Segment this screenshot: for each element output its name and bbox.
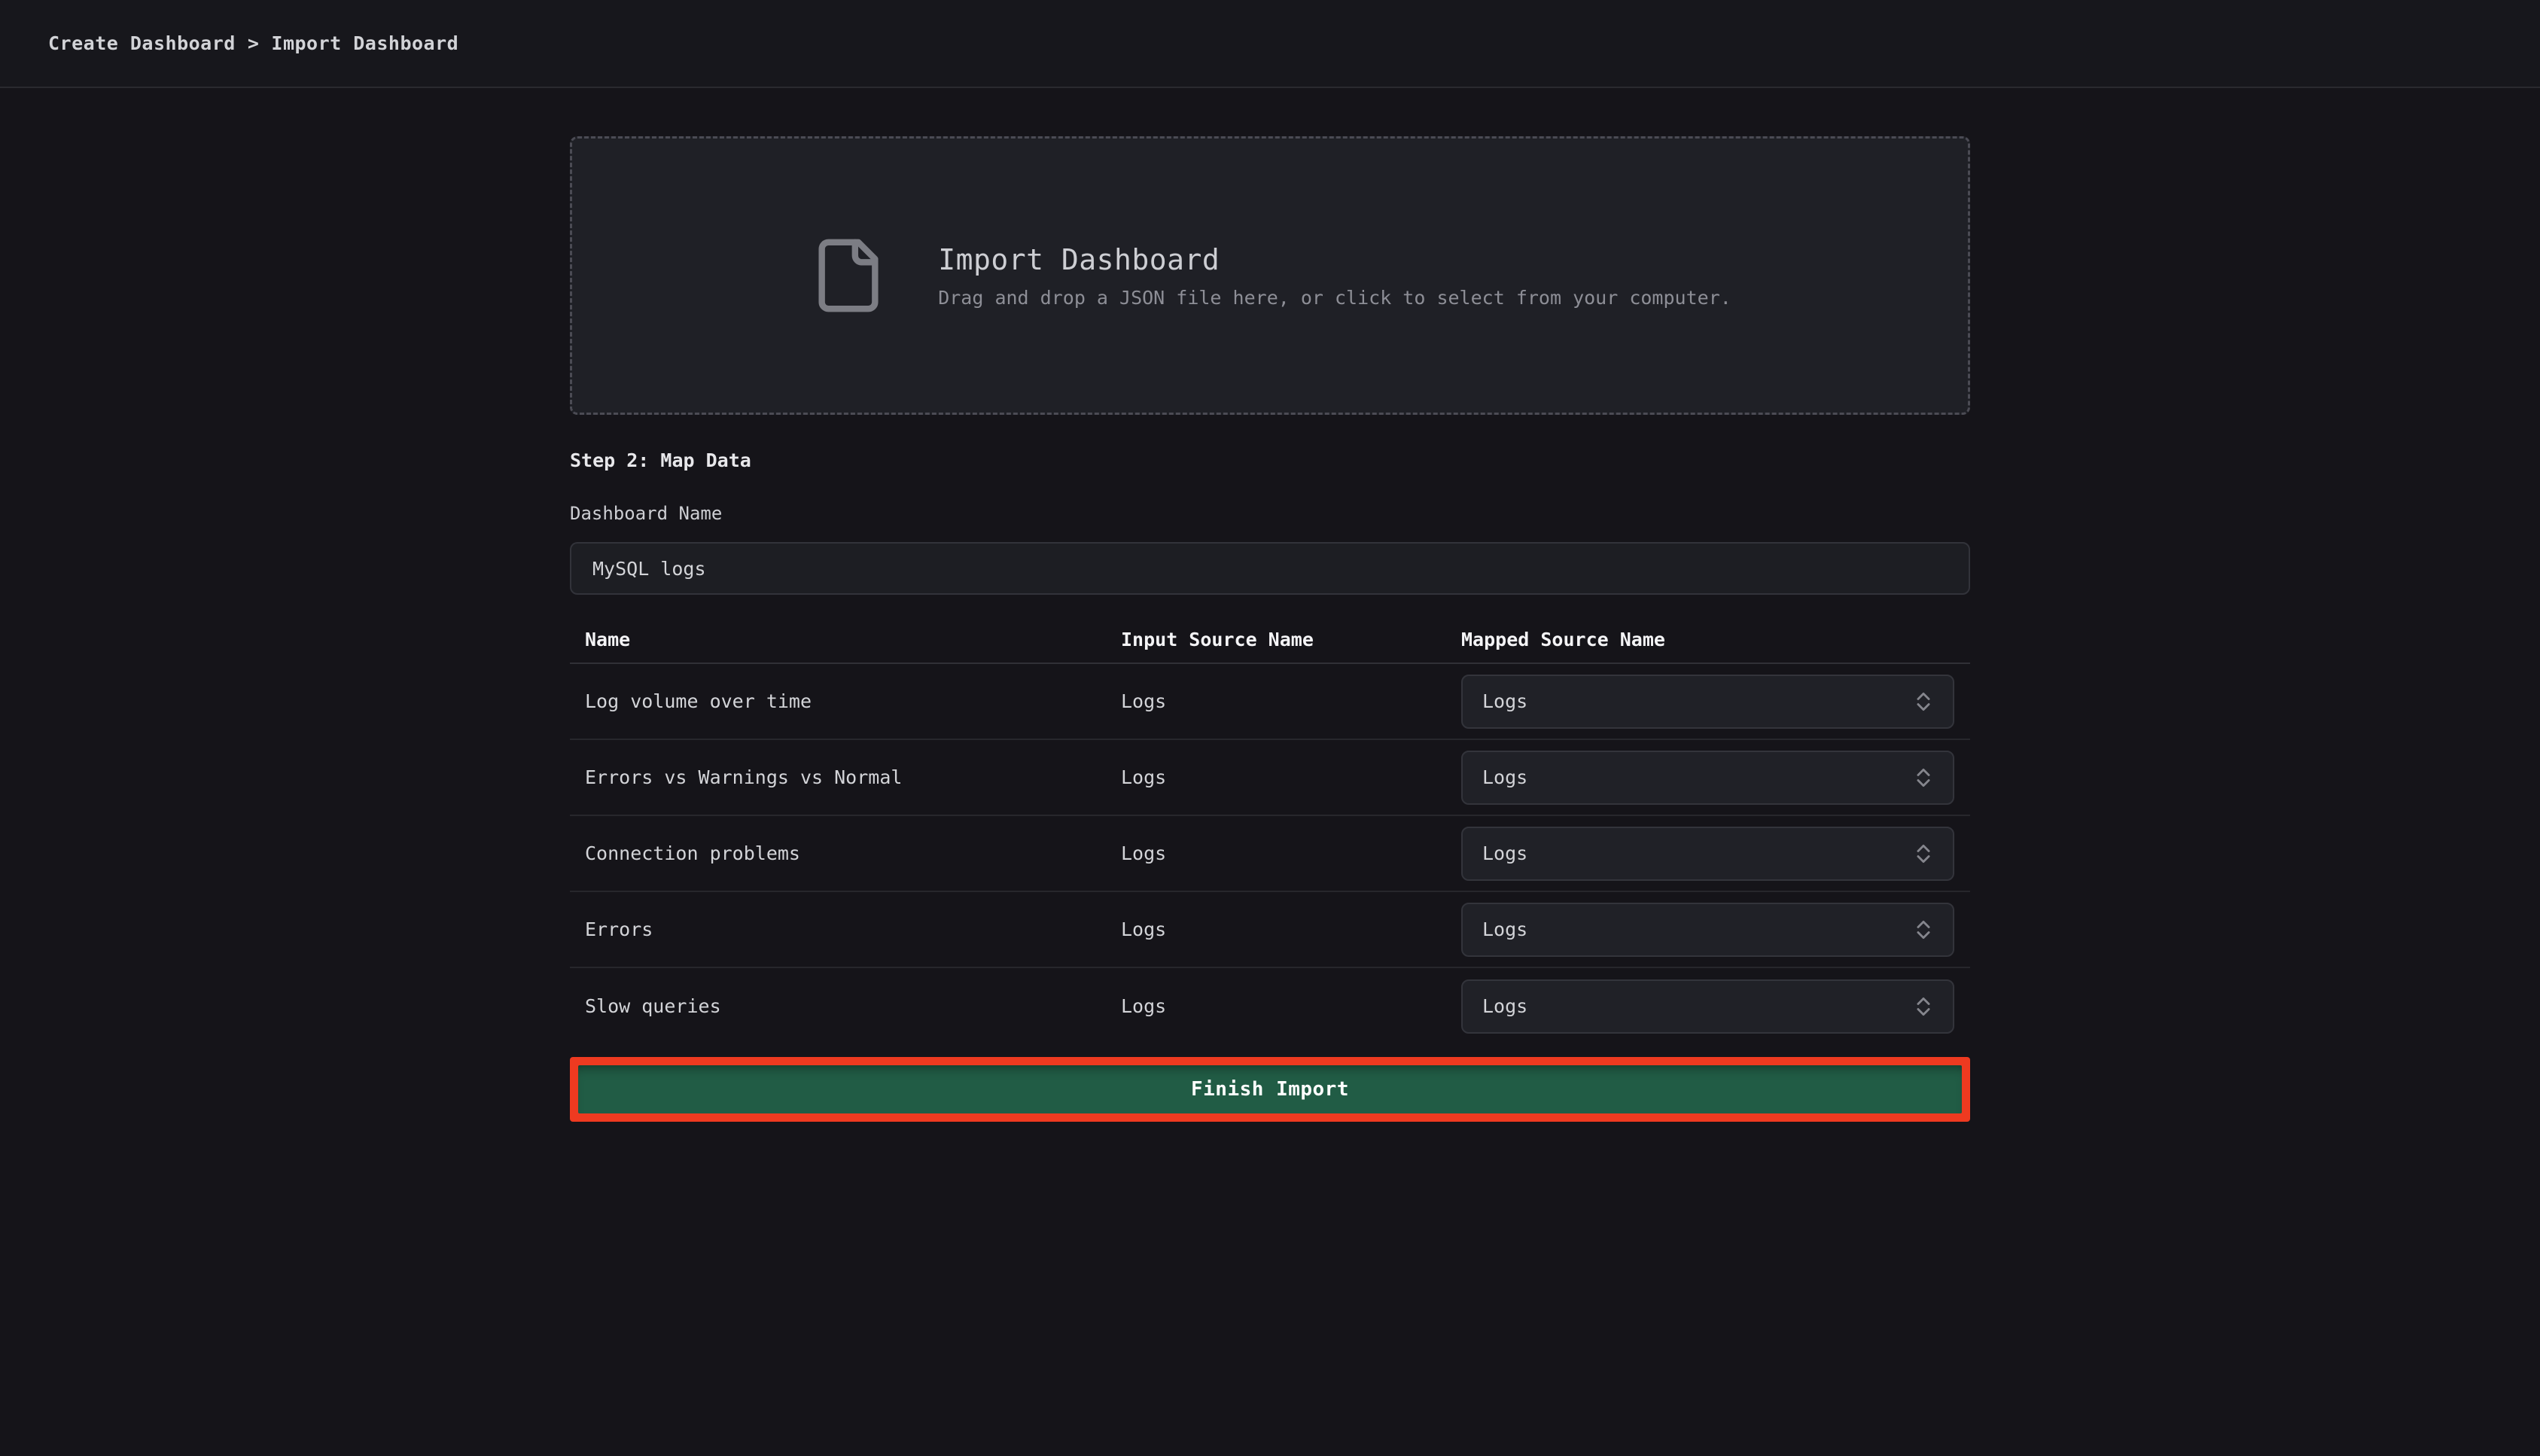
dropzone-subtitle: Drag and drop a JSON file here, or click… — [938, 287, 1731, 309]
finish-import-button[interactable]: Finish Import — [578, 1065, 1962, 1113]
mapped-source-select[interactable]: Logs — [1461, 751, 1954, 805]
dropzone-title: Import Dashboard — [938, 243, 1731, 276]
row-name: Connection problems — [570, 842, 1121, 864]
row-name: Slow queries — [570, 995, 1121, 1017]
row-name: Errors vs Warnings vs Normal — [570, 766, 1121, 788]
table-row: Log volume over time Logs Logs — [570, 664, 1970, 740]
mapped-source-select[interactable]: Logs — [1461, 903, 1954, 957]
mapped-source-value: Logs — [1482, 918, 1527, 940]
chevrons-up-down-icon — [1911, 994, 1936, 1019]
chevrons-up-down-icon — [1911, 917, 1936, 943]
mapped-source-select[interactable]: Logs — [1461, 675, 1954, 729]
row-name: Log volume over time — [570, 690, 1121, 712]
dashboard-name-label: Dashboard Name — [570, 503, 1970, 524]
row-input-source: Logs — [1121, 842, 1461, 864]
file-icon — [809, 236, 888, 315]
breadcrumb: Create Dashboard > Import Dashboard — [48, 32, 458, 54]
click-highlight: Finish Import — [570, 1057, 1970, 1122]
source-mapping-table: Name Input Source Name Mapped Source Nam… — [570, 616, 1970, 1044]
import-dashboard-page: Import Dashboard Drag and drop a JSON fi… — [570, 136, 1970, 1122]
row-input-source: Logs — [1121, 995, 1461, 1017]
breadcrumb-separator: > — [248, 32, 260, 54]
dashboard-name-input[interactable] — [570, 542, 1970, 595]
table-row: Slow queries Logs Logs — [570, 968, 1970, 1044]
chevrons-up-down-icon — [1911, 689, 1936, 714]
json-file-dropzone[interactable]: Import Dashboard Drag and drop a JSON fi… — [570, 136, 1970, 415]
topbar: Create Dashboard > Import Dashboard — [0, 0, 2540, 88]
chevrons-up-down-icon — [1911, 765, 1936, 790]
mapped-source-select[interactable]: Logs — [1461, 827, 1954, 881]
column-header-mapped-source: Mapped Source Name — [1461, 629, 1970, 650]
table-row: Errors vs Warnings vs Normal Logs Logs — [570, 740, 1970, 816]
row-input-source: Logs — [1121, 918, 1461, 940]
table-row: Errors Logs Logs — [570, 892, 1970, 968]
dropzone-text: Import Dashboard Drag and drop a JSON fi… — [938, 243, 1731, 309]
mapped-source-value: Logs — [1482, 842, 1527, 864]
step-heading: Step 2: Map Data — [570, 449, 1970, 471]
table-header-row: Name Input Source Name Mapped Source Nam… — [570, 616, 1970, 664]
column-header-input-source: Input Source Name — [1121, 629, 1461, 650]
breadcrumb-import-dashboard: Import Dashboard — [271, 32, 458, 54]
row-name: Errors — [570, 918, 1121, 940]
mapped-source-select[interactable]: Logs — [1461, 979, 1954, 1034]
row-input-source: Logs — [1121, 690, 1461, 712]
chevrons-up-down-icon — [1911, 841, 1936, 867]
column-header-name: Name — [570, 629, 1121, 650]
mapped-source-value: Logs — [1482, 690, 1527, 712]
table-row: Connection problems Logs Logs — [570, 816, 1970, 892]
row-input-source: Logs — [1121, 766, 1461, 788]
mapped-source-value: Logs — [1482, 995, 1527, 1017]
breadcrumb-create-dashboard[interactable]: Create Dashboard — [48, 32, 236, 54]
mapped-source-value: Logs — [1482, 766, 1527, 788]
